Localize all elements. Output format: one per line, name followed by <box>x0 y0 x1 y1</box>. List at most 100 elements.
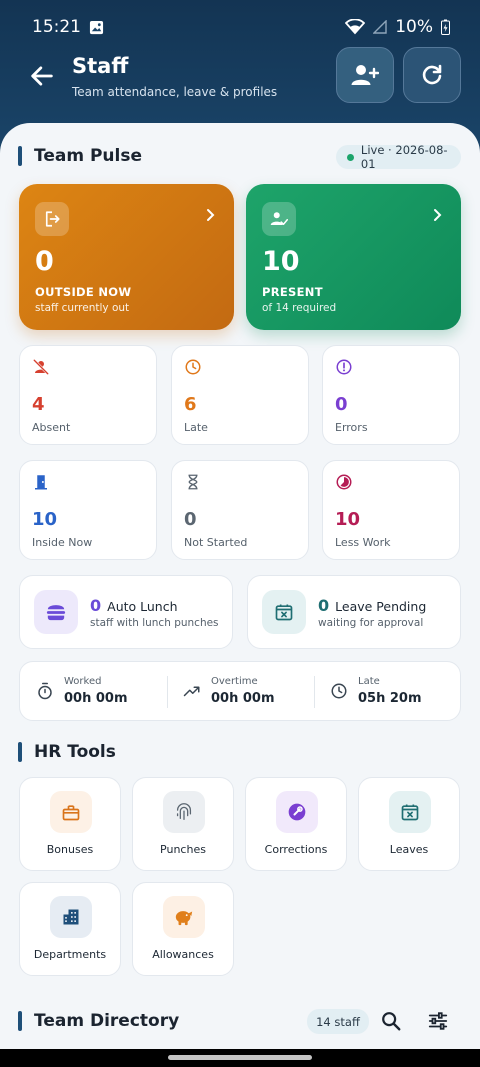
piggy-bank-icon <box>163 896 205 938</box>
stat-label: Not Started <box>184 536 248 549</box>
total-overtime: Overtime 00h 00m <box>167 662 314 722</box>
team-directory-header: Team Directory <box>18 1011 179 1031</box>
outside-now-sub: staff currently out <box>35 302 130 314</box>
stat-value: 0 <box>184 509 197 530</box>
wifi-icon <box>345 19 366 35</box>
stat-value: 10 <box>32 509 58 530</box>
battery-charging-icon <box>441 19 450 35</box>
present-sub: of 14 required <box>262 302 337 314</box>
total-key: Late <box>358 676 380 687</box>
present-label: PRESENT <box>262 285 323 299</box>
chevron-right-icon <box>207 209 215 221</box>
tool-label: Punches <box>160 843 206 856</box>
gift-icon <box>50 791 92 833</box>
stat-less-work-card[interactable]: 10 Less Work <box>322 460 460 560</box>
leave-pending-title: 0 Leave Pending <box>318 596 426 615</box>
stat-value: 0 <box>335 394 348 415</box>
tool-punches[interactable]: Punches <box>132 777 234 871</box>
burger-icon <box>34 590 78 634</box>
auto-lunch-label: Auto Lunch <box>107 599 178 614</box>
present-card[interactable]: 10 PRESENT of 14 required <box>246 184 461 330</box>
refresh-icon <box>422 64 442 85</box>
filter-sliders-icon[interactable] <box>427 1010 449 1032</box>
status-bar: 15:21 10% <box>32 14 450 40</box>
tool-label: Bonuses <box>46 843 94 856</box>
total-key: Overtime <box>211 676 258 687</box>
stat-value: 10 <box>335 509 361 530</box>
search-icon[interactable] <box>380 1010 402 1032</box>
stat-value: 4 <box>32 394 45 415</box>
back-arrow-icon[interactable] <box>28 62 56 90</box>
total-value: 00h 00m <box>64 691 128 706</box>
timelapse-icon <box>336 474 352 490</box>
person-off-icon <box>33 359 49 375</box>
team-pulse-header: Team Pulse <box>18 146 142 166</box>
staff-count-badge: 14 staff <box>307 1009 369 1034</box>
outside-now-card[interactable]: 0 OUTSIDE NOW staff currently out <box>19 184 234 330</box>
add-staff-button[interactable] <box>336 47 394 103</box>
page-title: Staff <box>72 54 129 78</box>
stat-label: Inside Now <box>32 536 93 549</box>
stat-label: Errors <box>335 421 368 434</box>
section-accent-bar <box>18 146 22 166</box>
tool-label: Allowances <box>152 948 214 961</box>
total-late: Late 05h 20m <box>314 662 461 722</box>
fingerprint-icon <box>163 791 205 833</box>
total-worked: Worked 00h 00m <box>20 662 167 722</box>
tool-label: Corrections <box>264 843 328 856</box>
tool-leaves[interactable]: Leaves <box>358 777 460 871</box>
present-value: 10 <box>262 246 300 277</box>
clock-icon <box>185 359 201 375</box>
tool-bonuses[interactable]: Bonuses <box>19 777 121 871</box>
tool-departments[interactable]: Departments <box>19 882 121 976</box>
auto-lunch-sub: staff with lunch punches <box>90 617 219 629</box>
signal-icon <box>373 20 387 34</box>
hr-tools-title: HR Tools <box>34 742 116 762</box>
total-key: Worked <box>64 676 102 687</box>
calendar-x-icon <box>262 590 306 634</box>
auto-lunch-card[interactable]: 0 Auto Lunch staff with lunch punches <box>19 575 233 649</box>
auto-lunch-title: 0 Auto Lunch <box>90 596 178 615</box>
stat-inside-now-card[interactable]: 10 Inside Now <box>19 460 157 560</box>
door-icon <box>35 475 47 490</box>
wrench-icon <box>276 791 318 833</box>
page-subtitle: Team attendance, leave & profiles <box>72 85 278 99</box>
live-dot-icon <box>347 153 354 161</box>
stat-value: 6 <box>184 394 197 415</box>
total-value: 00h 00m <box>211 691 275 706</box>
calendar-x-icon <box>389 791 431 833</box>
stat-errors-card[interactable]: 0 Errors <box>322 345 460 445</box>
leave-pending-sub: waiting for approval <box>318 617 424 629</box>
section-accent-bar <box>18 1011 22 1031</box>
tool-allowances[interactable]: Allowances <box>132 882 234 976</box>
tool-corrections[interactable]: Corrections <box>245 777 347 871</box>
stat-absent-card[interactable]: 4 Absent <box>19 345 157 445</box>
stat-late-card[interactable]: 6 Late <box>171 345 309 445</box>
section-accent-bar <box>18 742 22 762</box>
time-totals-bar: Worked 00h 00m Overtime 00h 00m Late 05h… <box>19 661 461 721</box>
image-notification-icon <box>89 20 104 34</box>
stat-not-started-card[interactable]: 0 Not Started <box>171 460 309 560</box>
outside-now-label: OUTSIDE NOW <box>35 285 132 299</box>
team-pulse-title: Team Pulse <box>34 146 143 166</box>
tool-label: Leaves <box>389 843 429 856</box>
leave-pending-card[interactable]: 0 Leave Pending waiting for approval <box>247 575 461 649</box>
total-value: 05h 20m <box>358 691 422 706</box>
refresh-button[interactable] <box>403 47 461 103</box>
leave-pending-label: Leave Pending <box>335 599 427 614</box>
stopwatch-icon <box>38 682 52 700</box>
exit-icon <box>35 202 69 236</box>
live-date-label: Live · 2026-08-01 <box>360 143 448 171</box>
clock-icon <box>331 683 347 699</box>
stat-label: Late <box>184 421 208 434</box>
person-add-icon <box>351 65 379 85</box>
hr-tools-header: HR Tools <box>18 742 116 762</box>
team-directory-title: Team Directory <box>34 1011 180 1031</box>
auto-lunch-value: 0 <box>90 596 102 615</box>
error-icon <box>336 359 352 375</box>
status-time: 15:21 <box>32 17 81 37</box>
stat-label: Less Work <box>335 536 391 549</box>
battery-percent: 10% <box>395 17 433 37</box>
live-date-badge: Live · 2026-08-01 <box>336 143 461 171</box>
home-gesture-handle[interactable] <box>168 1055 312 1060</box>
